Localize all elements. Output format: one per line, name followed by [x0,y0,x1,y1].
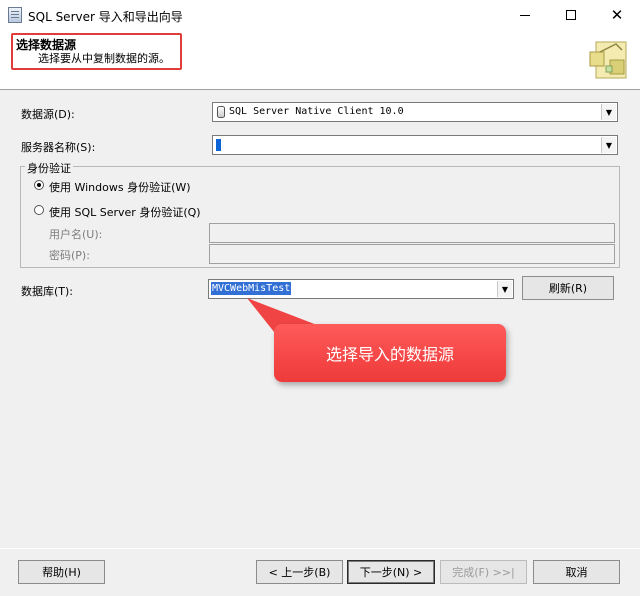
help-button[interactable]: 帮助(H) [18,560,105,584]
cancel-button[interactable]: 取消 [533,560,620,584]
next-button[interactable]: 下一步(N) > [347,560,435,584]
annotation-callout: 选择导入的数据源 [274,324,506,382]
callout-pointer [247,298,330,352]
back-button[interactable]: < 上一步(B) [256,560,343,584]
footer-separator [0,548,640,549]
finish-button[interactable]: 完成(F) >>| [440,560,527,584]
